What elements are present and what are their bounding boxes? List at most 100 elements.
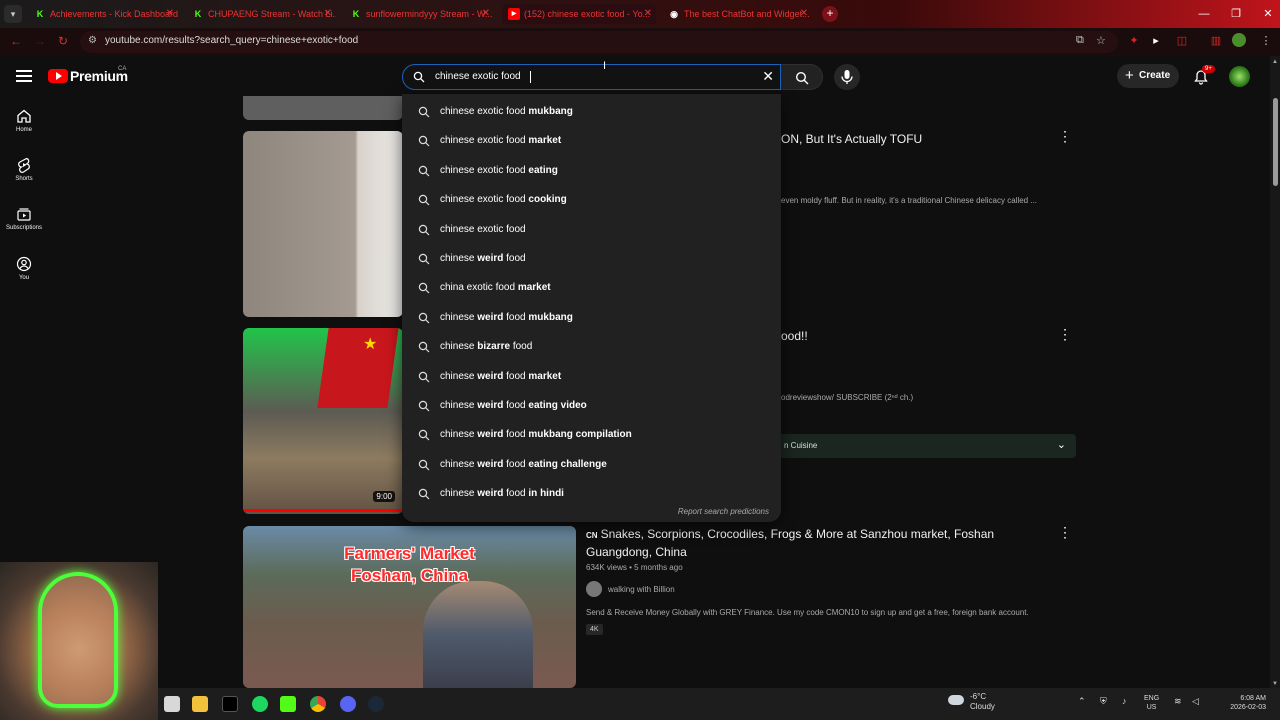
menu-icon[interactable] xyxy=(16,70,32,82)
search-input[interactable]: chinese exotic food ✕ xyxy=(402,64,781,90)
more-actions-icon[interactable]: ⋮ xyxy=(1058,327,1072,341)
video-title[interactable]: CN Snakes, Scorpions, Crocodiles, Frogs &… xyxy=(586,526,1016,561)
weather-widget[interactable]: -6°C Cloudy xyxy=(948,692,995,712)
site-info-icon[interactable]: ⚙ xyxy=(88,35,100,47)
create-button[interactable]: + Create xyxy=(1117,64,1179,88)
media-control-icon[interactable]: ▸ xyxy=(1148,34,1164,47)
search-suggestion-item[interactable]: chinese weird food eating video xyxy=(402,393,781,419)
video-description: odreviewshow/ SUBSCRIBE (2ⁿᵈ ch.) xyxy=(781,393,914,402)
widgets-icon[interactable] xyxy=(164,696,180,712)
video-thumbnail[interactable]: ★ 9:00 xyxy=(243,328,403,514)
kick-app-icon[interactable] xyxy=(280,696,296,712)
tab-close-icon[interactable]: ✕ xyxy=(324,4,332,24)
maximize-button[interactable]: ❐ xyxy=(1220,0,1252,28)
tab-close-icon[interactable]: ✕ xyxy=(166,4,174,24)
bookmark-star-icon[interactable]: ☆ xyxy=(1096,34,1106,47)
extension-icon[interactable]: ✦ xyxy=(1126,34,1142,47)
close-window-button[interactable]: ✕ xyxy=(1252,0,1280,28)
weather-temp: -6°C xyxy=(970,692,987,701)
browser-tab-active[interactable]: ▶ (152) chinese exotic food - Yo... ✕ xyxy=(502,4,656,24)
search-suggestion-item[interactable]: china exotic food market xyxy=(402,275,781,301)
browser-tab[interactable]: ◉ The best ChatBot and Widget... ✕ xyxy=(662,4,812,24)
nav-item-shorts[interactable]: Shorts xyxy=(0,157,48,182)
file-explorer-icon[interactable] xyxy=(192,696,208,712)
search-suggestion-item[interactable]: chinese exotic food market xyxy=(402,128,781,154)
scroll-down-icon[interactable]: ▼ xyxy=(1272,681,1278,687)
channel-avatar[interactable] xyxy=(586,581,602,597)
address-bar[interactable]: ⚙ youtube.com/results?search_query=chine… xyxy=(80,31,1118,53)
nav-item-you[interactable]: You xyxy=(0,256,48,281)
browser-tab[interactable]: K sunflowermindyyy Stream - W... ✕ xyxy=(344,4,494,24)
sidebar-icon[interactable]: ▥ xyxy=(1208,34,1224,47)
browser-menu-icon[interactable]: ⋮ xyxy=(1258,34,1274,47)
microphone-tray-icon[interactable]: ♪ xyxy=(1122,696,1127,706)
page-scrollbar[interactable]: ▲ ▼ xyxy=(1270,56,1280,688)
new-tab-button[interactable]: + xyxy=(822,6,838,22)
search-suggestion-item[interactable]: chinese bizarre food xyxy=(402,334,781,360)
search-suggestion-item[interactable]: chinese exotic food mukbang xyxy=(402,99,781,125)
tab-close-icon[interactable]: ✕ xyxy=(482,4,490,24)
search-suggestion-item[interactable]: chinese exotic food cooking xyxy=(402,187,781,213)
steam-icon[interactable] xyxy=(368,696,384,712)
browser-tab[interactable]: K CHUPAENG Stream - Watch Li... ✕ xyxy=(186,4,336,24)
minimize-button[interactable]: — xyxy=(1188,0,1220,28)
video-thumbnail[interactable]: Farmers' Market Foshan, China xyxy=(243,526,576,688)
search-suggestion-item[interactable]: chinese exotic food eating xyxy=(402,158,781,184)
clock-date: 2026-02-03 xyxy=(1230,704,1266,711)
browser-tab[interactable]: K Achievements - Kick Dashboard ✕ xyxy=(28,4,178,24)
voice-search-button[interactable] xyxy=(834,64,860,90)
extensions-puzzle-icon[interactable]: ◫ xyxy=(1174,34,1190,47)
spotify-icon[interactable] xyxy=(252,696,268,712)
account-avatar[interactable] xyxy=(1229,66,1250,87)
search-suggestion-item[interactable]: chinese weird food xyxy=(402,246,781,272)
channel-name[interactable]: walking with Billion xyxy=(608,585,675,594)
show-hidden-icons-icon[interactable]: ⌃ xyxy=(1078,696,1086,707)
report-predictions-link[interactable]: Report search predictions xyxy=(678,507,769,516)
search-suggestion-item[interactable]: chinese weird food mukbang compilation xyxy=(402,422,781,448)
volume-icon[interactable]: ◁ xyxy=(1192,696,1199,707)
chapters-expander[interactable]: n Cuisine ⌄ xyxy=(770,434,1076,458)
chrome-icon[interactable] xyxy=(310,696,326,712)
video-title[interactable]: ON, But It's Actually TOFU xyxy=(781,131,922,148)
cloud-icon xyxy=(948,695,964,705)
search-suggestion-item[interactable]: chinese weird food eating challenge xyxy=(402,452,781,478)
tab-close-icon[interactable]: ✕ xyxy=(800,4,808,24)
search-suggestion-item[interactable]: chinese weird food mukbang xyxy=(402,305,781,331)
profile-avatar-icon[interactable] xyxy=(1232,33,1246,47)
video-thumbnail[interactable] xyxy=(243,131,403,317)
nav-item-subscriptions[interactable]: Subscriptions xyxy=(0,206,48,231)
forward-icon[interactable]: → xyxy=(34,34,46,48)
video-duration: 9:00 xyxy=(373,491,395,502)
scrollbar-thumb[interactable] xyxy=(1273,98,1278,186)
tab-close-icon[interactable]: ✕ xyxy=(644,4,652,24)
more-actions-icon[interactable]: ⋮ xyxy=(1058,525,1072,539)
search-suggestion-item[interactable]: chinese exotic food xyxy=(402,217,781,243)
search-icon xyxy=(418,283,430,294)
search-icon xyxy=(413,71,425,83)
discord-icon[interactable] xyxy=(340,696,356,712)
tiktok-icon[interactable] xyxy=(222,696,238,712)
quality-badge: 4K xyxy=(586,624,603,635)
video-thumbnail[interactable] xyxy=(243,96,403,120)
input-language[interactable]: ENG US xyxy=(1144,694,1159,712)
install-app-icon[interactable]: ⧉ xyxy=(1076,34,1084,47)
youtube-logo-icon[interactable] xyxy=(48,69,68,83)
video-title[interactable]: ood!! xyxy=(781,328,808,345)
system-clock[interactable]: 6:08 AM 2026-02-03 xyxy=(1210,694,1266,712)
wifi-icon[interactable]: ≋ xyxy=(1174,696,1182,707)
tab-search-button[interactable]: ▾ xyxy=(4,5,22,23)
security-icon[interactable]: ⛨ xyxy=(1100,696,1107,707)
search-suggestion-item[interactable]: chinese weird food in hindi xyxy=(402,481,781,507)
nav-item-home[interactable]: Home xyxy=(0,108,48,133)
more-actions-icon[interactable]: ⋮ xyxy=(1058,129,1072,143)
search-icon xyxy=(418,312,430,324)
search-suggestion-item[interactable]: chinese weird food market xyxy=(402,364,781,390)
scroll-up-icon[interactable]: ▲ xyxy=(1272,59,1278,65)
clear-search-icon[interactable]: ✕ xyxy=(762,68,774,85)
view-count: 634K views xyxy=(586,563,627,572)
youtube-header: Premium CA chinese exotic food ✕ + Creat… xyxy=(0,56,1270,96)
reload-icon[interactable]: ↻ xyxy=(58,34,68,48)
search-button[interactable] xyxy=(781,64,823,90)
back-icon[interactable]: ← xyxy=(10,34,22,48)
search-icon xyxy=(795,71,809,85)
